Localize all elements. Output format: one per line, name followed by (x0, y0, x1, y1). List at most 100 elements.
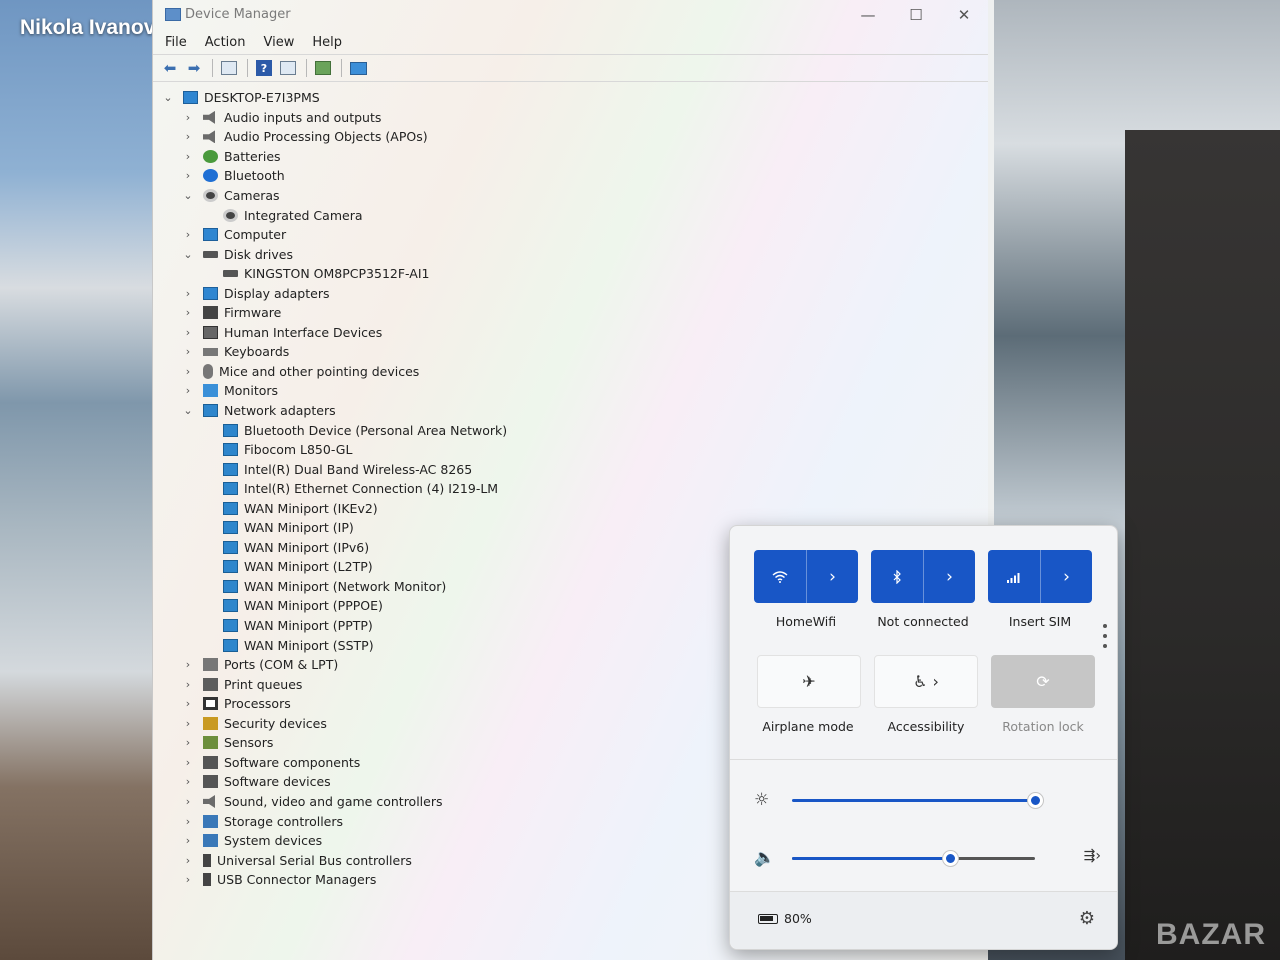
menu-help[interactable]: Help (312, 35, 342, 50)
expand-chevron-icon[interactable]: › (181, 326, 195, 339)
accessibility-tile[interactable]: ♿ › (874, 655, 978, 708)
battery-icon[interactable] (758, 914, 778, 924)
tree-category-node[interactable]: › Batteries (161, 147, 988, 167)
expand-chevron-icon[interactable]: › (181, 111, 195, 124)
tree-device-node[interactable]: WAN Miniport (IKEv2) (161, 498, 988, 518)
collapse-chevron-icon[interactable]: ⌄ (181, 404, 195, 417)
tree-node-label: Audio Processing Objects (APOs) (224, 129, 428, 145)
menu-action[interactable]: Action (205, 35, 246, 50)
forward-arrow-icon[interactable]: ➡ (183, 58, 205, 78)
expand-chevron-icon[interactable]: › (181, 306, 195, 319)
tree-category-node[interactable]: › Human Interface Devices (161, 323, 988, 343)
tree-node-label: Universal Serial Bus controllers (217, 852, 412, 868)
volume-icon[interactable]: 🔈 (754, 848, 780, 868)
tree-category-node[interactable]: › Monitors (161, 381, 988, 401)
expand-chevron-icon[interactable]: › (181, 854, 195, 867)
collapse-chevron-icon[interactable]: ⌄ (161, 91, 175, 104)
update-driver-icon[interactable] (312, 58, 334, 78)
page-indicator-dots[interactable] (1103, 624, 1109, 654)
bluetooth-expand-chevron-icon[interactable]: › (923, 550, 975, 603)
title-bar[interactable]: Device Manager — ☐ ✕ (153, 0, 988, 30)
collapse-chevron-icon[interactable]: ⌄ (181, 189, 195, 202)
tree-category-node[interactable]: › Keyboards (161, 342, 988, 362)
expand-chevron-icon[interactable]: › (181, 756, 195, 769)
brightness-thumb[interactable] (1028, 793, 1043, 808)
tree-category-node[interactable]: ⌄ Network adapters (161, 401, 988, 421)
menu-bar: File Action View Help (153, 30, 988, 54)
bluetooth-icon[interactable] (871, 550, 923, 603)
tree-category-node[interactable]: › Firmware (161, 303, 988, 323)
volume-track[interactable] (792, 857, 950, 860)
tree-category-node[interactable]: › Audio inputs and outputs (161, 108, 988, 128)
expand-chevron-icon[interactable]: › (181, 228, 195, 241)
expand-chevron-icon[interactable]: › (181, 658, 195, 671)
tree-device-node[interactable]: Integrated Camera (161, 205, 988, 225)
tree-device-node[interactable]: KINGSTON OM8PCP3512F-AI1 (161, 264, 988, 284)
tree-category-node[interactable]: › Display adapters (161, 283, 988, 303)
tree-node-label: DESKTOP-E7I3PMS (204, 90, 320, 106)
menu-file[interactable]: File (165, 35, 187, 50)
help-icon[interactable]: ? (253, 58, 275, 78)
back-arrow-icon[interactable]: ⬅ (159, 58, 181, 78)
tree-device-node[interactable]: Fibocom L850-GL (161, 440, 988, 460)
tree-device-node[interactable]: Intel(R) Dual Band Wireless-AC 8265 (161, 459, 988, 479)
volume-slider[interactable]: 🔈 ⇶› (754, 846, 1101, 870)
scan-hardware-icon[interactable] (347, 58, 369, 78)
expand-chevron-icon[interactable]: › (181, 169, 195, 182)
tree-node-label: System devices (224, 833, 323, 849)
maximize-button[interactable]: ☐ (892, 0, 940, 30)
expand-chevron-icon[interactable]: › (181, 717, 195, 730)
expand-chevron-icon[interactable]: › (181, 384, 195, 397)
expand-chevron-icon[interactable]: › (181, 795, 195, 808)
brightness-slider[interactable]: ☼ (754, 788, 1093, 812)
audio-mixer-icon[interactable]: ⇶› (1084, 848, 1101, 864)
minimize-button[interactable]: — (844, 0, 892, 30)
tree-root-node[interactable]: ⌄ DESKTOP-E7I3PMS (161, 88, 988, 108)
close-button[interactable]: ✕ (940, 0, 988, 30)
expand-chevron-icon[interactable]: › (181, 365, 195, 378)
tree-device-node[interactable]: Bluetooth Device (Personal Area Network) (161, 420, 988, 440)
wifi-icon[interactable] (754, 550, 806, 603)
proc-device-icon (203, 697, 218, 711)
brightness-track[interactable] (792, 799, 1035, 802)
wifi-expand-chevron-icon[interactable]: › (806, 550, 858, 603)
properties-icon[interactable] (218, 58, 240, 78)
tree-device-node[interactable]: Intel(R) Ethernet Connection (4) I219-LM (161, 479, 988, 499)
volume-thumb[interactable] (942, 851, 958, 866)
settings-gear-icon[interactable]: ⚙ (1079, 908, 1095, 929)
battery-percentage[interactable]: 80% (784, 911, 812, 926)
tree-category-node[interactable]: › Mice and other pointing devices (161, 362, 988, 382)
expand-chevron-icon[interactable]: › (181, 150, 195, 163)
airplane-mode-tile[interactable]: ✈ (757, 655, 861, 708)
expand-chevron-icon[interactable]: › (181, 130, 195, 143)
rotation-lock-icon: ⟳ (1036, 672, 1050, 691)
bluetooth-tile[interactable]: › (871, 550, 975, 603)
window-title: Device Manager (185, 7, 291, 22)
expand-chevron-icon[interactable]: › (181, 873, 195, 886)
menu-view[interactable]: View (263, 35, 294, 50)
rotation-lock-tile[interactable]: ⟳ (991, 655, 1095, 708)
expand-chevron-icon[interactable]: › (181, 775, 195, 788)
cellular-expand-chevron-icon[interactable]: › (1040, 550, 1092, 603)
cam-device-icon (223, 208, 238, 222)
expand-chevron-icon[interactable]: › (181, 287, 195, 300)
view-icon[interactable] (277, 58, 299, 78)
cellular-tile[interactable]: › (988, 550, 1092, 603)
expand-chevron-icon[interactable]: › (181, 697, 195, 710)
tree-node-label: Network adapters (224, 403, 336, 419)
expand-chevron-icon[interactable]: › (181, 678, 195, 691)
tree-category-node[interactable]: › Computer (161, 225, 988, 245)
audio-device-icon (203, 130, 215, 144)
wifi-tile[interactable]: › (754, 550, 858, 603)
tree-category-node[interactable]: ⌄ Disk drives (161, 244, 988, 264)
net-device-icon (223, 599, 238, 613)
tree-category-node[interactable]: › Bluetooth (161, 166, 988, 186)
expand-chevron-icon[interactable]: › (181, 815, 195, 828)
collapse-chevron-icon[interactable]: ⌄ (181, 248, 195, 261)
tree-category-node[interactable]: › Audio Processing Objects (APOs) (161, 127, 988, 147)
cellular-icon[interactable] (988, 550, 1040, 603)
expand-chevron-icon[interactable]: › (181, 834, 195, 847)
tree-category-node[interactable]: ⌄ Cameras (161, 186, 988, 206)
expand-chevron-icon[interactable]: › (181, 736, 195, 749)
expand-chevron-icon[interactable]: › (181, 345, 195, 358)
